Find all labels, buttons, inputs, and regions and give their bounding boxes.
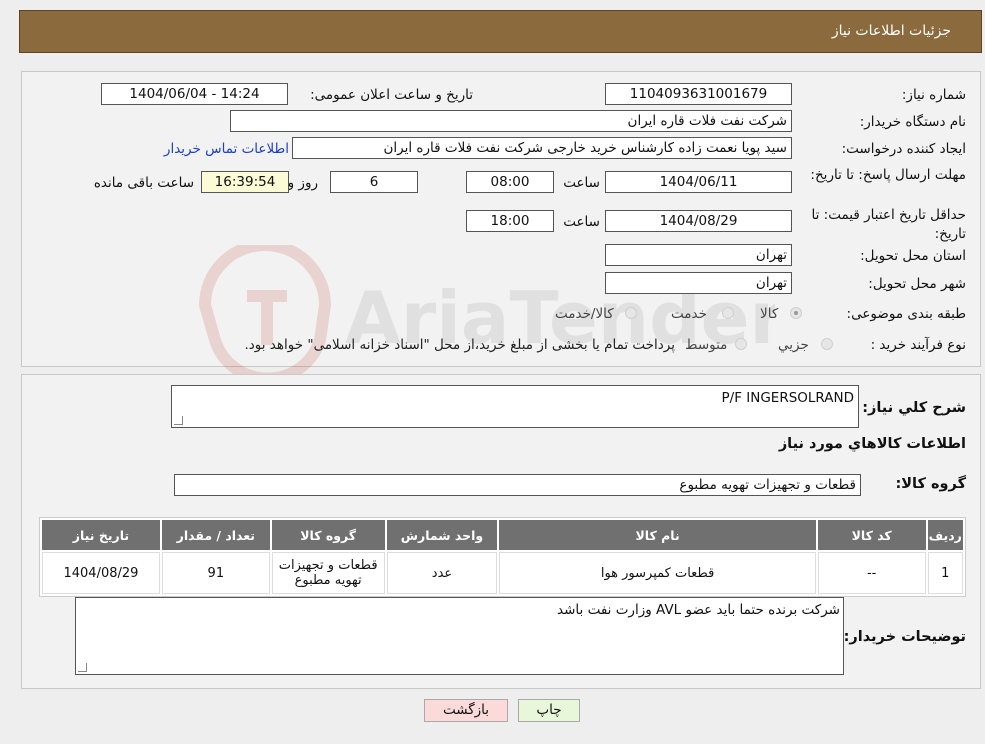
- process-option-minor: جزیي: [778, 337, 809, 353]
- deadline-time-label: ساعت: [563, 175, 600, 191]
- process-note: پرداخت تمام یا بخشی از مبلغ خرید،از محل …: [244, 337, 675, 353]
- page-title: جزئیات اطلاعات نیاز: [831, 23, 951, 39]
- table-header-row: ردیف کد کالا نام کالا واحد شمارش گروه کا…: [42, 520, 963, 550]
- goods-table: ردیف کد کالا نام کالا واحد شمارش گروه کا…: [39, 517, 966, 597]
- cell-row: 1: [927, 552, 963, 594]
- col-date-header: تاریخ نیاز: [42, 520, 160, 550]
- deadline-date-field: 1404/06/11: [605, 171, 792, 193]
- col-name-header: نام کالا: [499, 520, 816, 550]
- summary-text: P/F INGERSOLRAND: [721, 390, 854, 406]
- contact-buyer-link[interactable]: اطلاعات تماس خریدار: [164, 141, 289, 157]
- col-qty-header: تعداد / مقدار: [161, 520, 270, 550]
- col-group-header: گروه کالا: [271, 520, 385, 550]
- validity-time-label: ساعت: [563, 214, 600, 230]
- category-radio-service[interactable]: [722, 307, 734, 319]
- process-option-medium: متوسط: [685, 337, 728, 353]
- buyer-notes-text: شرکت برنده حتما باید عضو AVL وزارت نفت ب…: [557, 602, 840, 618]
- cell-unit: عدد: [386, 552, 498, 594]
- col-unit-header: واحد شمارش: [386, 520, 498, 550]
- province-label: استان محل تحویل:: [860, 248, 966, 264]
- resize-handle-icon[interactable]: [174, 416, 183, 425]
- print-button[interactable]: چاپ: [518, 699, 580, 722]
- deadline-label: مهلت ارسال پاسخ: تا تاریخ:: [810, 167, 966, 183]
- summary-textarea[interactable]: P/F INGERSOLRAND: [171, 385, 859, 428]
- need-number-field: 1104093631001679: [605, 83, 792, 105]
- page-header: جزئیات اطلاعات نیاز: [19, 10, 982, 53]
- announce-label: تاریخ و ساعت اعلان عمومی:: [310, 87, 473, 103]
- deadline-time-field: 08:00: [466, 171, 554, 193]
- buyer-notes-label: توضیحات خریدار:: [843, 629, 966, 645]
- goods-info-title: اطلاعات کالاهاي مورد نياز: [778, 436, 966, 452]
- remaining-label: ساعت باقی مانده: [93, 175, 194, 191]
- group-label: گروه کالا:: [895, 476, 966, 492]
- province-field: تهران: [605, 244, 792, 266]
- category-option-goods: کالا: [760, 306, 779, 322]
- process-radio-minor[interactable]: [821, 338, 833, 350]
- buyer-org-label: نام دستگاه خریدار:: [859, 114, 966, 130]
- table-row: 1 -- قطعات کمپرسور هوا عدد قطعات و تجهیز…: [42, 552, 963, 594]
- category-option-goods-service: کالا/خدمت: [555, 306, 614, 322]
- validity-time-field: 18:00: [466, 210, 554, 232]
- buyer-org-field: شرکت نفت فلات قاره ایران: [230, 110, 792, 132]
- validity-label: حداقل تاریخ اعتبار قیمت: تا تاریخ:: [811, 207, 966, 242]
- category-label: طبقه بندی موضوعی:: [846, 306, 966, 322]
- need-number-label: شماره نیاز:: [901, 87, 966, 103]
- category-radio-goods[interactable]: [790, 307, 802, 319]
- days-field: 6: [330, 171, 418, 193]
- col-row-header: ردیف: [927, 520, 963, 550]
- process-radio-medium[interactable]: [735, 338, 747, 350]
- back-button[interactable]: بازگشت: [424, 699, 508, 722]
- creator-label: ایجاد کننده درخواست:: [841, 141, 966, 157]
- cell-qty: 91: [161, 552, 270, 594]
- remaining-time-field: 16:39:54: [201, 171, 289, 193]
- cell-name: قطعات کمپرسور هوا: [499, 552, 816, 594]
- city-field: تهران: [605, 272, 792, 294]
- days-label: روز و: [287, 175, 318, 191]
- category-option-service: خدمت: [671, 306, 707, 322]
- category-radio-goods-service[interactable]: [625, 307, 637, 319]
- group-field: قطعات و تجهیزات تهویه مطبوع: [174, 474, 861, 496]
- buyer-notes-textarea[interactable]: شرکت برنده حتما باید عضو AVL وزارت نفت ب…: [75, 597, 844, 675]
- creator-field: سید پویا نعمت زاده کارشناس خرید خارجی شر…: [292, 137, 792, 159]
- announce-field: 1404/06/04 - 14:24: [101, 83, 288, 105]
- city-label: شهر محل تحویل:: [868, 276, 966, 292]
- resize-handle-icon[interactable]: [78, 663, 87, 672]
- cell-date: 1404/08/29: [42, 552, 160, 594]
- cell-code: --: [817, 552, 926, 594]
- validity-date-field: 1404/08/29: [605, 210, 792, 232]
- col-code-header: کد کالا: [817, 520, 926, 550]
- process-label: نوع فرآیند خرید :: [870, 337, 966, 353]
- cell-group: قطعات و تجهیزات تهویه مطبوع: [271, 552, 385, 594]
- summary-label: شرح کلي نياز:: [862, 400, 966, 416]
